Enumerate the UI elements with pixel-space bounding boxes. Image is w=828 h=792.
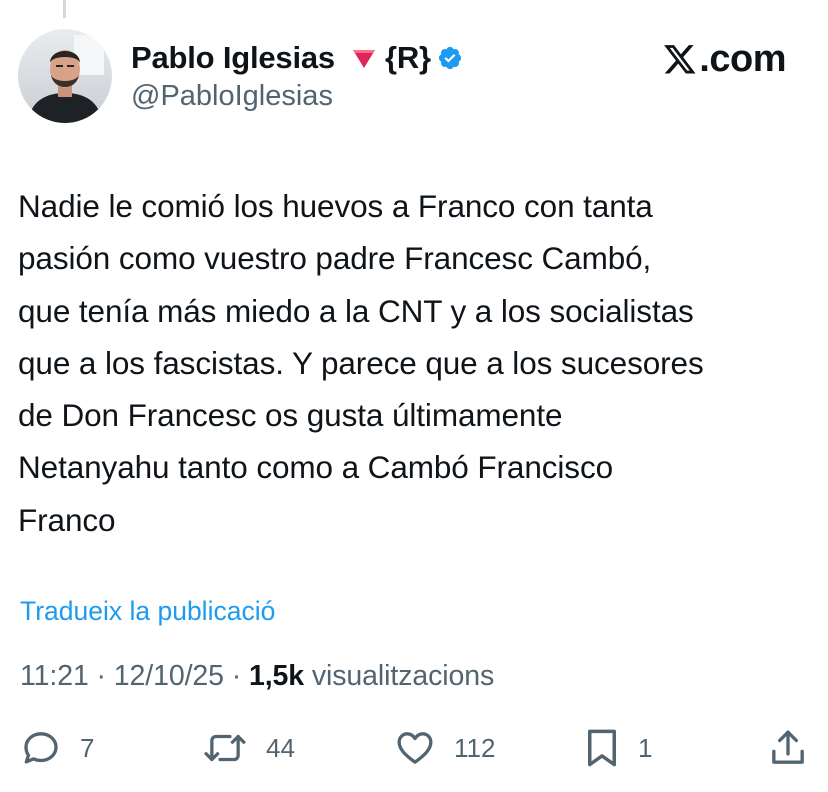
author-name-row[interactable]: Pablo Iglesias {R}: [131, 38, 463, 78]
tweet-time[interactable]: 11:21: [20, 660, 89, 692]
action-bar: 7 44 112 1: [0, 726, 828, 770]
thread-connector-line: [63, 0, 66, 18]
author-name-badge: {R}: [384, 40, 431, 75]
bookmark-count: 1: [638, 732, 653, 763]
author-name[interactable]: Pablo Iglesias: [131, 40, 335, 76]
verified-badge-icon[interactable]: [437, 45, 463, 71]
share-button[interactable]: [768, 726, 808, 770]
reply-icon: [24, 732, 58, 764]
x-logo-icon: [663, 44, 697, 76]
reply-count: 7: [80, 732, 95, 763]
tweet-date[interactable]: 12/10/25: [114, 660, 224, 692]
like-button[interactable]: 112: [394, 726, 495, 770]
red-down-triangle-icon: [351, 47, 377, 69]
views-count: 1,5k: [248, 660, 305, 692]
site-brand: .com: [663, 38, 786, 81]
brand-domain: .com: [699, 38, 786, 80]
like-count: 112: [454, 732, 496, 763]
avatar-photo: [18, 29, 112, 123]
repost-button[interactable]: 44: [202, 726, 295, 770]
avatar[interactable]: [18, 29, 112, 123]
views-label: visualitzacions: [311, 660, 495, 692]
repost-icon: [204, 734, 246, 762]
tweet-text: Nadie le comió los huevos a Franco con t…: [18, 188, 704, 538]
translate-link[interactable]: Tradueix la publicació: [20, 596, 275, 627]
repost-count: 44: [266, 732, 295, 763]
meta-separator: ·: [96, 660, 107, 692]
bookmark-icon: [588, 729, 616, 767]
author-handle[interactable]: @PabloIglesias: [131, 80, 333, 113]
share-icon: [772, 730, 804, 764]
tweet-meta: 11:21 · 12/10/25 · 1,5k visualitzacions: [20, 660, 494, 693]
heart-icon: [397, 732, 433, 764]
meta-separator: ·: [231, 660, 242, 692]
bookmark-button[interactable]: 1: [584, 726, 652, 770]
reply-button[interactable]: 7: [20, 726, 94, 770]
